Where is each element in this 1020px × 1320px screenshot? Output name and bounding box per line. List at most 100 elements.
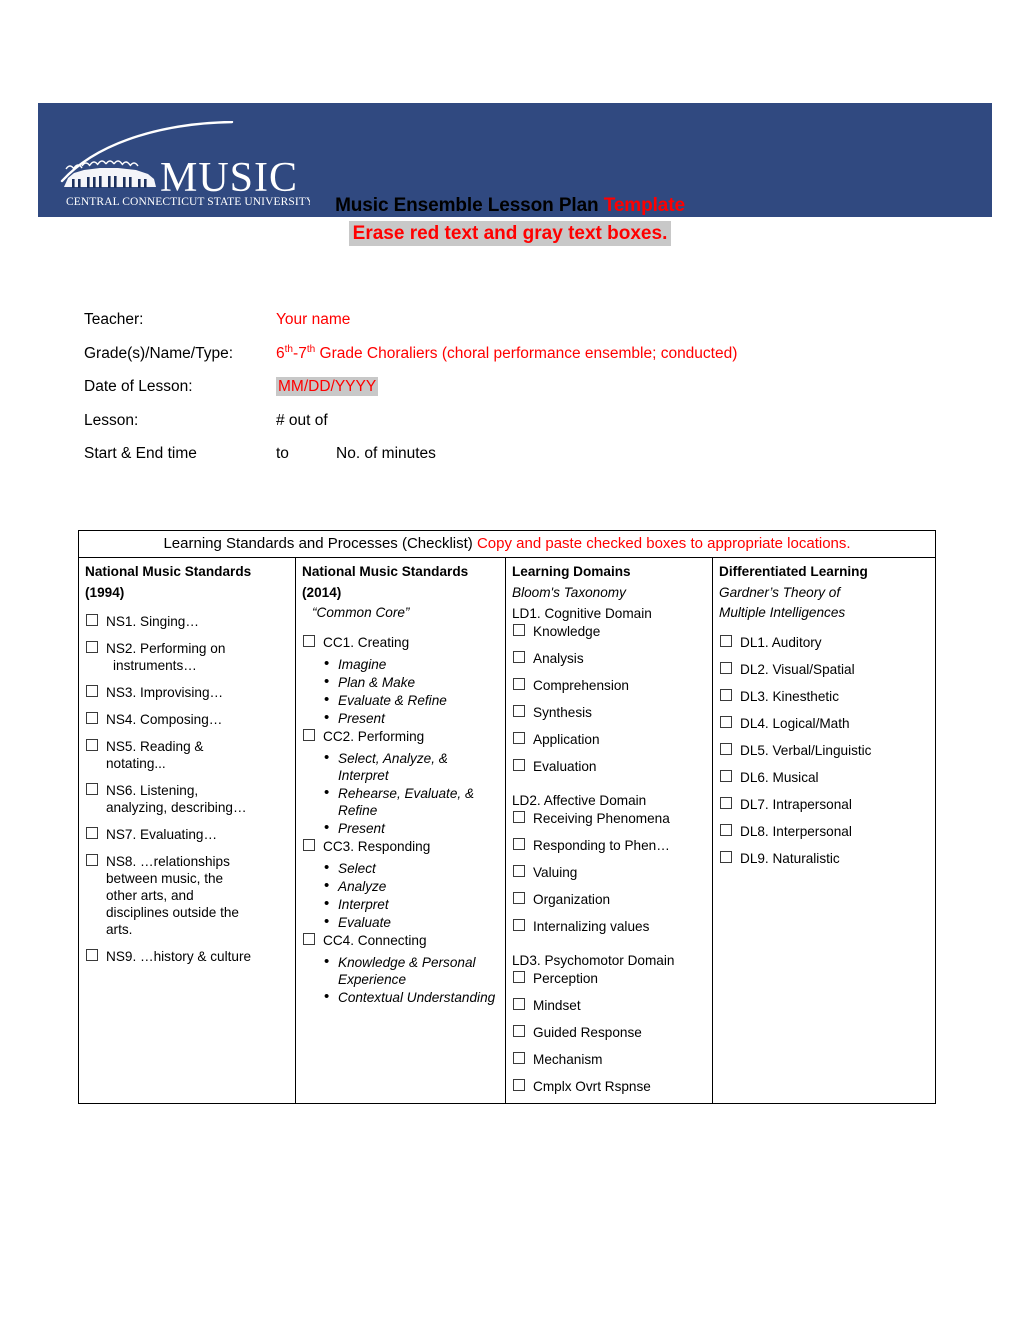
checkbox-icon[interactable] xyxy=(513,838,525,850)
checklist-item-ld2-3[interactable]: Valuing xyxy=(512,864,706,881)
grade-value-post: Grade Choraliers (choral performance ens… xyxy=(315,344,738,362)
checkbox-icon[interactable] xyxy=(513,759,525,771)
checklist-item-ld1-1[interactable]: Knowledge xyxy=(512,623,706,640)
checkbox-icon[interactable] xyxy=(513,971,525,983)
checklist-item-ld3-3[interactable]: Guided Response xyxy=(512,1024,706,1041)
checkbox-label: CC1. Creating xyxy=(323,634,410,650)
subprocess-item: Imagine xyxy=(324,655,499,673)
subprocess-item: Interpret xyxy=(324,895,499,913)
checklist-item-ld1-6[interactable]: Evaluation xyxy=(512,758,706,775)
checklist-item-dl6[interactable]: DL6. Musical xyxy=(719,769,929,786)
checkbox-icon[interactable] xyxy=(513,705,525,717)
checklist-item-ld1-5[interactable]: Application xyxy=(512,731,706,748)
checklist-item-ld3-1[interactable]: Perception xyxy=(512,970,706,987)
checklist-item-continuation: instruments… xyxy=(113,658,197,673)
info-row-time: Start & End time to No. of minutes xyxy=(84,437,884,471)
checklist-item-ld1-4[interactable]: Synthesis xyxy=(512,704,706,721)
checkbox-icon[interactable] xyxy=(86,641,98,653)
checkbox-icon[interactable] xyxy=(720,850,732,863)
checkbox-icon[interactable] xyxy=(303,728,315,741)
checklist-item-dl9[interactable]: DL9. Naturalistic xyxy=(719,850,929,867)
page-title-black: Music Ensemble Lesson Plan xyxy=(335,195,604,216)
checkbox-icon[interactable] xyxy=(720,823,732,836)
domain-group-label-ld2: LD2. Affective Domain xyxy=(512,793,647,808)
checkbox-icon[interactable] xyxy=(513,1025,525,1037)
checklist-item-dl4[interactable]: DL4. Logical/Math xyxy=(719,715,929,732)
checkbox-label: NS6. Listening, xyxy=(106,783,199,798)
checkbox-icon[interactable] xyxy=(720,796,732,809)
checklist-item-dl5[interactable]: DL5. Verbal/Linguistic xyxy=(719,742,929,759)
checkbox-icon[interactable] xyxy=(86,739,98,751)
checkbox-icon[interactable] xyxy=(720,715,732,728)
checklist-item-cc1[interactable]: CC1. Creating xyxy=(302,634,499,651)
checkbox-icon[interactable] xyxy=(513,1079,525,1091)
checkbox-icon[interactable] xyxy=(720,661,732,674)
teacher-value[interactable]: Your name xyxy=(276,311,350,328)
checklist-item-ld1-3[interactable]: Comprehension xyxy=(512,677,706,694)
checkbox-label: DL7. Intrapersonal xyxy=(740,796,852,812)
checkbox-icon[interactable] xyxy=(513,624,525,636)
checkbox-icon[interactable] xyxy=(86,854,98,866)
checklist-item-dl3[interactable]: DL3. Kinesthetic xyxy=(719,688,929,705)
checklist-item-ld3-2[interactable]: Mindset xyxy=(512,997,706,1014)
checklist-item-ld3-5[interactable]: Cmplx Ovrt Rspnse xyxy=(512,1078,706,1095)
checklist-item-ld2-2[interactable]: Responding to Phen… xyxy=(512,837,706,854)
date-value[interactable]: MM/DD/YYYY xyxy=(276,377,379,396)
checkbox-icon[interactable] xyxy=(513,678,525,690)
checkbox-icon[interactable] xyxy=(513,919,525,931)
col2-subtitle: “Common Core” xyxy=(312,605,410,620)
checkbox-icon[interactable] xyxy=(513,998,525,1010)
checklist-item-ns5[interactable]: NS5. Reading & xyxy=(85,738,289,755)
checkbox-icon[interactable] xyxy=(720,742,732,755)
checklist-item-cc4[interactable]: CC4. Connecting xyxy=(302,932,499,949)
checkbox-icon[interactable] xyxy=(720,634,732,647)
checklist-item-ld2-4[interactable]: Organization xyxy=(512,891,706,908)
checklist-item-cc2[interactable]: CC2. Performing xyxy=(302,728,499,745)
checkbox-icon[interactable] xyxy=(513,651,525,663)
checklist-item-dl8[interactable]: DL8. Interpersonal xyxy=(719,823,929,840)
checkbox-label: CC3. Responding xyxy=(323,838,431,854)
checkbox-icon[interactable] xyxy=(513,865,525,877)
checkbox-icon[interactable] xyxy=(86,685,98,697)
checkbox-icon[interactable] xyxy=(303,634,315,647)
col2-checklist: CC1. Creating ImaginePlan & MakeEvaluate … xyxy=(302,634,499,1006)
checkbox-icon[interactable] xyxy=(86,827,98,839)
checklist-item-ns3[interactable]: NS3. Improvising… xyxy=(85,684,289,701)
checklist-item-ns7[interactable]: NS7. Evaluating… xyxy=(85,826,289,843)
checkbox-icon[interactable] xyxy=(513,811,525,823)
checklist-item-dl7[interactable]: DL7. Intrapersonal xyxy=(719,796,929,813)
table-body-row: National Music Standards (1994) NS1. Sin… xyxy=(78,557,937,1104)
subprocess-item: Knowledge & Personal Experience xyxy=(324,953,499,988)
checklist-item-ns6[interactable]: NS6. Listening, xyxy=(85,782,289,799)
checkbox-icon[interactable] xyxy=(513,732,525,744)
checklist-item-ld2-5[interactable]: Internalizing values xyxy=(512,918,706,935)
checkbox-icon[interactable] xyxy=(720,688,732,701)
checklist-item-dl2[interactable]: DL2. Visual/Spatial xyxy=(719,661,929,678)
checklist-item-ld2-1[interactable]: Receiving Phenomena xyxy=(512,810,706,827)
checklist-item-dl1[interactable]: DL1. Auditory xyxy=(719,634,929,651)
checklist-item-ns1[interactable]: NS1. Singing… xyxy=(85,613,289,630)
checklist-item-ns9[interactable]: NS9. …history & culture xyxy=(85,948,289,965)
checklist-item-ld1-2[interactable]: Analysis xyxy=(512,650,706,667)
col4-subtitle-line1: Gardner’s Theory of xyxy=(719,584,841,600)
grade-value[interactable]: 6th-7th Grade Choraliers (choral perform… xyxy=(276,344,738,362)
checkbox-icon[interactable] xyxy=(513,892,525,904)
checklist-item-ns8[interactable]: NS8. …relationships xyxy=(85,853,289,870)
checkbox-icon[interactable] xyxy=(86,783,98,795)
checklist-item-cc3[interactable]: CC3. Responding xyxy=(302,838,499,855)
checkbox-icon[interactable] xyxy=(720,769,732,782)
checklist-item-ns2[interactable]: NS2. Performing on xyxy=(85,640,289,657)
checkbox-icon[interactable] xyxy=(513,1052,525,1064)
checkbox-icon[interactable] xyxy=(86,949,98,961)
grade-label: Grade(s)/Name/Type: xyxy=(84,344,234,362)
checklist-item-ns4[interactable]: NS4. Composing… xyxy=(85,711,289,728)
checkbox-label: Responding to Phen… xyxy=(533,838,670,853)
checkbox-icon[interactable] xyxy=(86,614,98,626)
checkbox-label: CC4. Connecting xyxy=(323,932,427,948)
checkbox-icon[interactable] xyxy=(303,838,315,851)
checkbox-label: NS9. …history & culture xyxy=(106,949,252,964)
checkbox-icon[interactable] xyxy=(86,712,98,724)
lesson-value[interactable]: # out of xyxy=(276,412,328,429)
checklist-item-ld3-4[interactable]: Mechanism xyxy=(512,1051,706,1068)
checkbox-icon[interactable] xyxy=(303,932,315,945)
